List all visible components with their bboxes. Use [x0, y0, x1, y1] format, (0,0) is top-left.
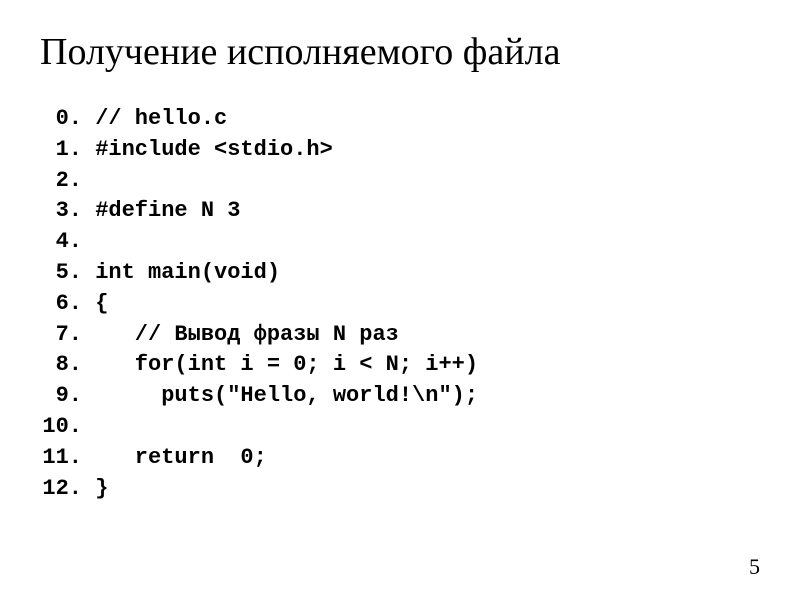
code-line: 7. // Вывод фразы N раз — [40, 320, 760, 351]
line-number: 2. — [40, 166, 82, 197]
code-text: #define N 3 — [82, 198, 240, 223]
line-number: 10. — [40, 412, 82, 443]
code-line: 3. #define N 3 — [40, 196, 760, 227]
code-line: 5. int main(void) — [40, 258, 760, 289]
code-text: // hello.c — [82, 106, 227, 131]
line-number: 8. — [40, 350, 82, 381]
code-text: // Вывод фразы N раз — [82, 322, 399, 347]
code-line: 4. — [40, 227, 760, 258]
code-text: { — [82, 291, 108, 316]
code-line: 2. — [40, 166, 760, 197]
page-number: 5 — [749, 554, 760, 580]
code-line: 1. #include <stdio.h> — [40, 135, 760, 166]
line-number: 0. — [40, 104, 82, 135]
code-text: for(int i = 0; i < N; i++) — [82, 352, 478, 377]
code-text: } — [82, 476, 108, 501]
line-number: 7. — [40, 320, 82, 351]
code-line: 11. return 0; — [40, 443, 760, 474]
line-number: 6. — [40, 289, 82, 320]
code-line: 0. // hello.c — [40, 104, 760, 135]
line-number: 9. — [40, 381, 82, 412]
line-number: 11. — [40, 443, 82, 474]
line-number: 12. — [40, 474, 82, 505]
code-line: 12. } — [40, 474, 760, 505]
line-number: 1. — [40, 135, 82, 166]
code-line: 9. puts("Hello, world!\n"); — [40, 381, 760, 412]
code-line: 8. for(int i = 0; i < N; i++) — [40, 350, 760, 381]
line-number: 5. — [40, 258, 82, 289]
code-text: #include <stdio.h> — [82, 137, 333, 162]
line-number: 3. — [40, 196, 82, 227]
code-text: puts("Hello, world!\n"); — [82, 383, 478, 408]
code-line: 6. { — [40, 289, 760, 320]
line-number: 4. — [40, 227, 82, 258]
code-text: int main(void) — [82, 260, 280, 285]
code-line: 10. — [40, 412, 760, 443]
code-block: 0. // hello.c 1. #include <stdio.h> 2. 3… — [40, 104, 760, 504]
code-text: return 0; — [82, 445, 267, 470]
slide-title: Получение исполняемого файла — [40, 30, 760, 74]
